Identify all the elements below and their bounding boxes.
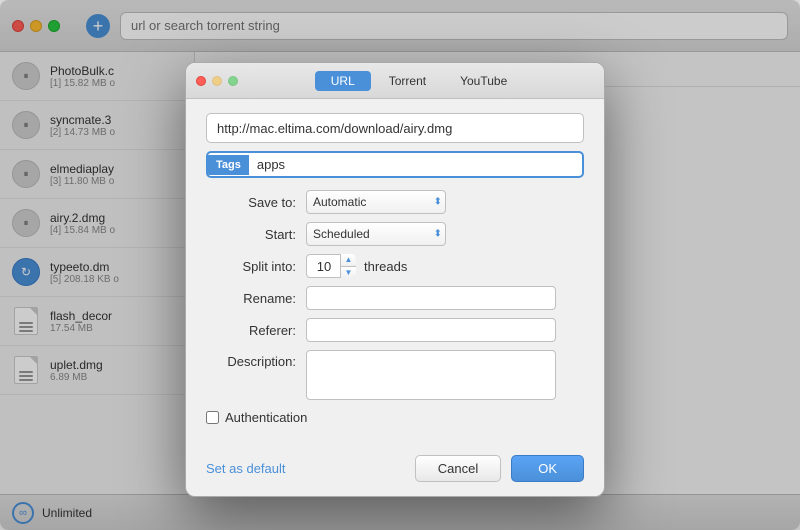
tags-input[interactable] bbox=[249, 153, 582, 176]
save-to-row: Save to: Automatic bbox=[206, 190, 584, 214]
stepper-up-button[interactable]: ▲ bbox=[341, 254, 356, 267]
referer-input[interactable] bbox=[306, 318, 556, 342]
split-unit: threads bbox=[364, 259, 407, 274]
rename-row: Rename: bbox=[206, 286, 584, 310]
tab-url[interactable]: URL bbox=[315, 71, 371, 91]
tab-youtube[interactable]: YouTube bbox=[444, 71, 523, 91]
app-window: + ⏸ PhotoBulk.c [1] 15.82 MB o ⏸ syncm bbox=[0, 0, 800, 530]
modal-tabs: URL Torrent YouTube bbox=[315, 71, 524, 91]
ok-button[interactable]: OK bbox=[511, 455, 584, 482]
referer-row: Referer: bbox=[206, 318, 584, 342]
tab-torrent[interactable]: Torrent bbox=[373, 71, 442, 91]
threads-stepper: ▲ ▼ bbox=[340, 254, 356, 278]
modal-maximize-button[interactable] bbox=[228, 76, 238, 86]
authentication-row: Authentication bbox=[206, 410, 584, 425]
referer-label: Referer: bbox=[206, 323, 296, 338]
save-to-wrapper: Automatic bbox=[306, 190, 446, 214]
start-select[interactable]: Scheduled bbox=[306, 222, 446, 246]
rename-label: Rename: bbox=[206, 291, 296, 306]
modal-minimize-button[interactable] bbox=[212, 76, 222, 86]
stepper-down-button[interactable]: ▼ bbox=[341, 267, 356, 279]
authentication-checkbox[interactable] bbox=[206, 411, 219, 424]
tags-row: Tags bbox=[206, 151, 584, 178]
description-row: Description: bbox=[206, 350, 584, 400]
authentication-label: Authentication bbox=[225, 410, 307, 425]
modal-body: Tags Save to: Automatic Start: Scheduled bbox=[186, 99, 604, 447]
tags-pill-label: Tags bbox=[208, 155, 249, 175]
start-row: Start: Scheduled bbox=[206, 222, 584, 246]
set-default-link[interactable]: Set as default bbox=[206, 461, 286, 476]
modal-titlebar: URL Torrent YouTube bbox=[186, 63, 604, 99]
split-label: Split into: bbox=[206, 259, 296, 274]
start-wrapper: Scheduled bbox=[306, 222, 446, 246]
rename-input[interactable] bbox=[306, 286, 556, 310]
cancel-button[interactable]: Cancel bbox=[415, 455, 501, 482]
url-input[interactable] bbox=[206, 113, 584, 143]
start-label: Start: bbox=[206, 227, 296, 242]
modal-close-button[interactable] bbox=[196, 76, 206, 86]
save-to-select[interactable]: Automatic bbox=[306, 190, 446, 214]
description-label: Description: bbox=[206, 350, 296, 369]
description-textarea[interactable] bbox=[306, 350, 556, 400]
modal-footer: Set as default Cancel OK bbox=[186, 447, 604, 496]
split-row: Split into: ▲ ▼ threads bbox=[206, 254, 584, 278]
footer-buttons: Cancel OK bbox=[415, 455, 584, 482]
split-input-wrapper: ▲ ▼ bbox=[306, 254, 356, 278]
save-to-label: Save to: bbox=[206, 195, 296, 210]
add-download-modal: URL Torrent YouTube Tags Save to: Automa… bbox=[185, 62, 605, 497]
